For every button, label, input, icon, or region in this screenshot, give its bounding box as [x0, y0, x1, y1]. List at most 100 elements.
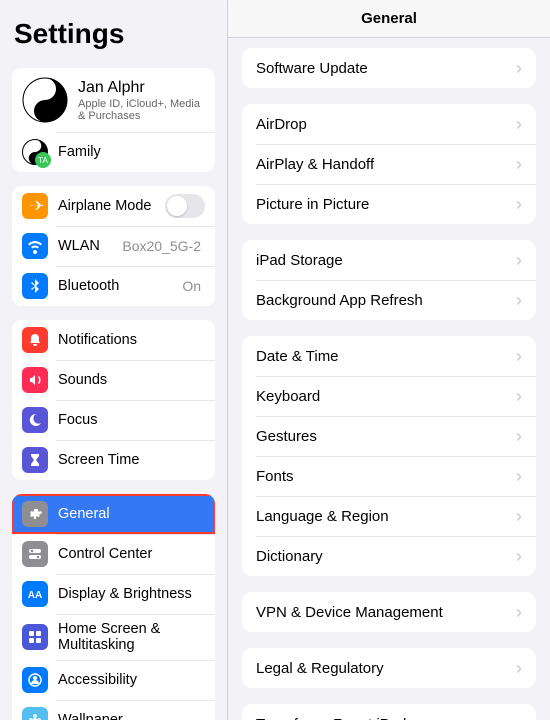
chevron-right-icon: › [516, 154, 522, 175]
main-group: AirDrop›AirPlay & Handoff›Picture in Pic… [242, 104, 536, 224]
sidebar-item-wlan[interactable]: WLANBox20_5G-2 [12, 226, 215, 266]
sidebar-item-airplane-mode[interactable]: Airplane Mode [12, 186, 215, 226]
row-value: On [182, 278, 201, 294]
grid-icon [22, 624, 48, 650]
apple-id-row[interactable]: Jan Alphr Apple ID, iCloud+, Media & Pur… [12, 68, 215, 132]
chevron-right-icon: › [516, 194, 522, 215]
sidebar-item-label: Focus [58, 412, 205, 428]
bluetooth-icon [22, 273, 48, 299]
family-badge: TA [35, 152, 51, 168]
profile-name: Jan Alphr [78, 79, 205, 97]
main-row-airdrop[interactable]: AirDrop› [242, 104, 536, 144]
chevron-right-icon: › [516, 546, 522, 567]
switches-icon [22, 541, 48, 567]
sidebar-item-bluetooth[interactable]: BluetoothOn [12, 266, 215, 306]
main-group: Legal & Regulatory› [242, 648, 536, 688]
chevron-right-icon: › [516, 506, 522, 527]
main-row-fonts[interactable]: Fonts› [242, 456, 536, 496]
main-row-ipad-storage[interactable]: iPad Storage› [242, 240, 536, 280]
network-group: Airplane ModeWLANBox20_5G-2BluetoothOn [12, 186, 215, 306]
sidebar-item-home-screen-multitasking[interactable]: Home Screen & Multitasking [12, 614, 215, 660]
sidebar-item-accessibility[interactable]: Accessibility [12, 660, 215, 700]
main-row-transfer-or-reset-ipad[interactable]: Transfer or Reset iPad› [242, 704, 536, 720]
settings-sidebar[interactable]: Settings Jan Alphr Apple ID, iCloud+, Me… [0, 0, 228, 720]
wifi-icon [22, 233, 48, 259]
notify-group: Notifications Sounds Focus Screen Time [12, 320, 215, 480]
main-group: VPN & Device Management› [242, 592, 536, 632]
main-row-label: Keyboard [256, 388, 516, 405]
sidebar-item-notifications[interactable]: Notifications [12, 320, 215, 360]
sidebar-item-focus[interactable]: Focus [12, 400, 215, 440]
main-row-label: Picture in Picture [256, 196, 516, 213]
sidebar-item-display-brightness[interactable]: AA Display & Brightness [12, 574, 215, 614]
main-row-picture-in-picture[interactable]: Picture in Picture› [242, 184, 536, 224]
settings-title: Settings [0, 0, 227, 60]
main-row-label: AirPlay & Handoff [256, 156, 516, 173]
sidebar-item-control-center[interactable]: Control Center [12, 534, 215, 574]
sidebar-item-screen-time[interactable]: Screen Time [12, 440, 215, 480]
gear-icon [22, 501, 48, 527]
bell-icon [22, 327, 48, 353]
main-row-label: AirDrop [256, 116, 516, 133]
chevron-right-icon: › [516, 346, 522, 367]
row-value: Box20_5G-2 [122, 238, 201, 254]
sidebar-item-label: Sounds [58, 372, 205, 388]
main-row-airplay-handoff[interactable]: AirPlay & Handoff› [242, 144, 536, 184]
main-row-label: iPad Storage [256, 252, 516, 269]
sidebar-item-label: Home Screen & Multitasking [58, 621, 205, 653]
sidebar-item-label: Notifications [58, 332, 205, 348]
sidebar-item-label: Airplane Mode [58, 198, 165, 214]
main-header: General [228, 0, 550, 38]
chevron-right-icon: › [516, 714, 522, 720]
main-row-dictionary[interactable]: Dictionary› [242, 536, 536, 576]
chevron-right-icon: › [516, 58, 522, 79]
chevron-right-icon: › [516, 602, 522, 623]
main-row-keyboard[interactable]: Keyboard› [242, 376, 536, 416]
main-row-label: Fonts [256, 468, 516, 485]
AA-icon: AA [22, 581, 48, 607]
avatar [22, 77, 68, 123]
family-row[interactable]: TA Family [12, 132, 215, 172]
sidebar-item-label: WLAN [58, 238, 122, 254]
chevron-right-icon: › [516, 426, 522, 447]
sidebar-item-general[interactable]: General [12, 494, 215, 534]
speaker-icon [22, 367, 48, 393]
main-row-label: Dictionary [256, 548, 516, 565]
main-row-label: Legal & Regulatory [256, 660, 516, 677]
moon-icon [22, 407, 48, 433]
sidebar-item-label: Display & Brightness [58, 586, 205, 602]
main-row-date-time[interactable]: Date & Time› [242, 336, 536, 376]
main-row-software-update[interactable]: Software Update› [242, 48, 536, 88]
sidebar-item-label: Accessibility [58, 672, 205, 688]
main-row-label: Transfer or Reset iPad [256, 716, 516, 720]
person-icon [22, 667, 48, 693]
toggle[interactable] [165, 194, 205, 218]
chevron-right-icon: › [516, 466, 522, 487]
general-group: General Control Center AA Display & Brightn… [12, 494, 215, 720]
profile-group: Jan Alphr Apple ID, iCloud+, Media & Pur… [12, 68, 215, 172]
chevron-right-icon: › [516, 250, 522, 271]
chevron-right-icon: › [516, 658, 522, 679]
main-row-gestures[interactable]: Gestures› [242, 416, 536, 456]
profile-subtitle: Apple ID, iCloud+, Media & Purchases [78, 98, 205, 122]
family-label: Family [58, 144, 205, 160]
chevron-right-icon: › [516, 386, 522, 407]
main-pane[interactable]: General Software Update›AirDrop›AirPlay … [228, 0, 550, 720]
airplane-icon [22, 193, 48, 219]
main-group: Date & Time›Keyboard›Gestures›Fonts›Lang… [242, 336, 536, 576]
sidebar-item-wallpaper[interactable]: Wallpaper [12, 700, 215, 720]
sidebar-item-label: General [58, 506, 205, 522]
sidebar-item-label: Control Center [58, 546, 205, 562]
family-avatar: TA [22, 139, 48, 165]
main-row-language-region[interactable]: Language & Region› [242, 496, 536, 536]
main-row-legal-regulatory[interactable]: Legal & Regulatory› [242, 648, 536, 688]
sidebar-item-sounds[interactable]: Sounds [12, 360, 215, 400]
main-row-label: VPN & Device Management [256, 604, 516, 621]
main-row-label: Language & Region [256, 508, 516, 525]
main-row-label: Date & Time [256, 348, 516, 365]
main-title: General [361, 10, 417, 27]
sidebar-item-label: Wallpaper [58, 712, 205, 720]
main-group: iPad Storage›Background App Refresh› [242, 240, 536, 320]
main-row-background-app-refresh[interactable]: Background App Refresh› [242, 280, 536, 320]
main-row-vpn-device-management[interactable]: VPN & Device Management› [242, 592, 536, 632]
